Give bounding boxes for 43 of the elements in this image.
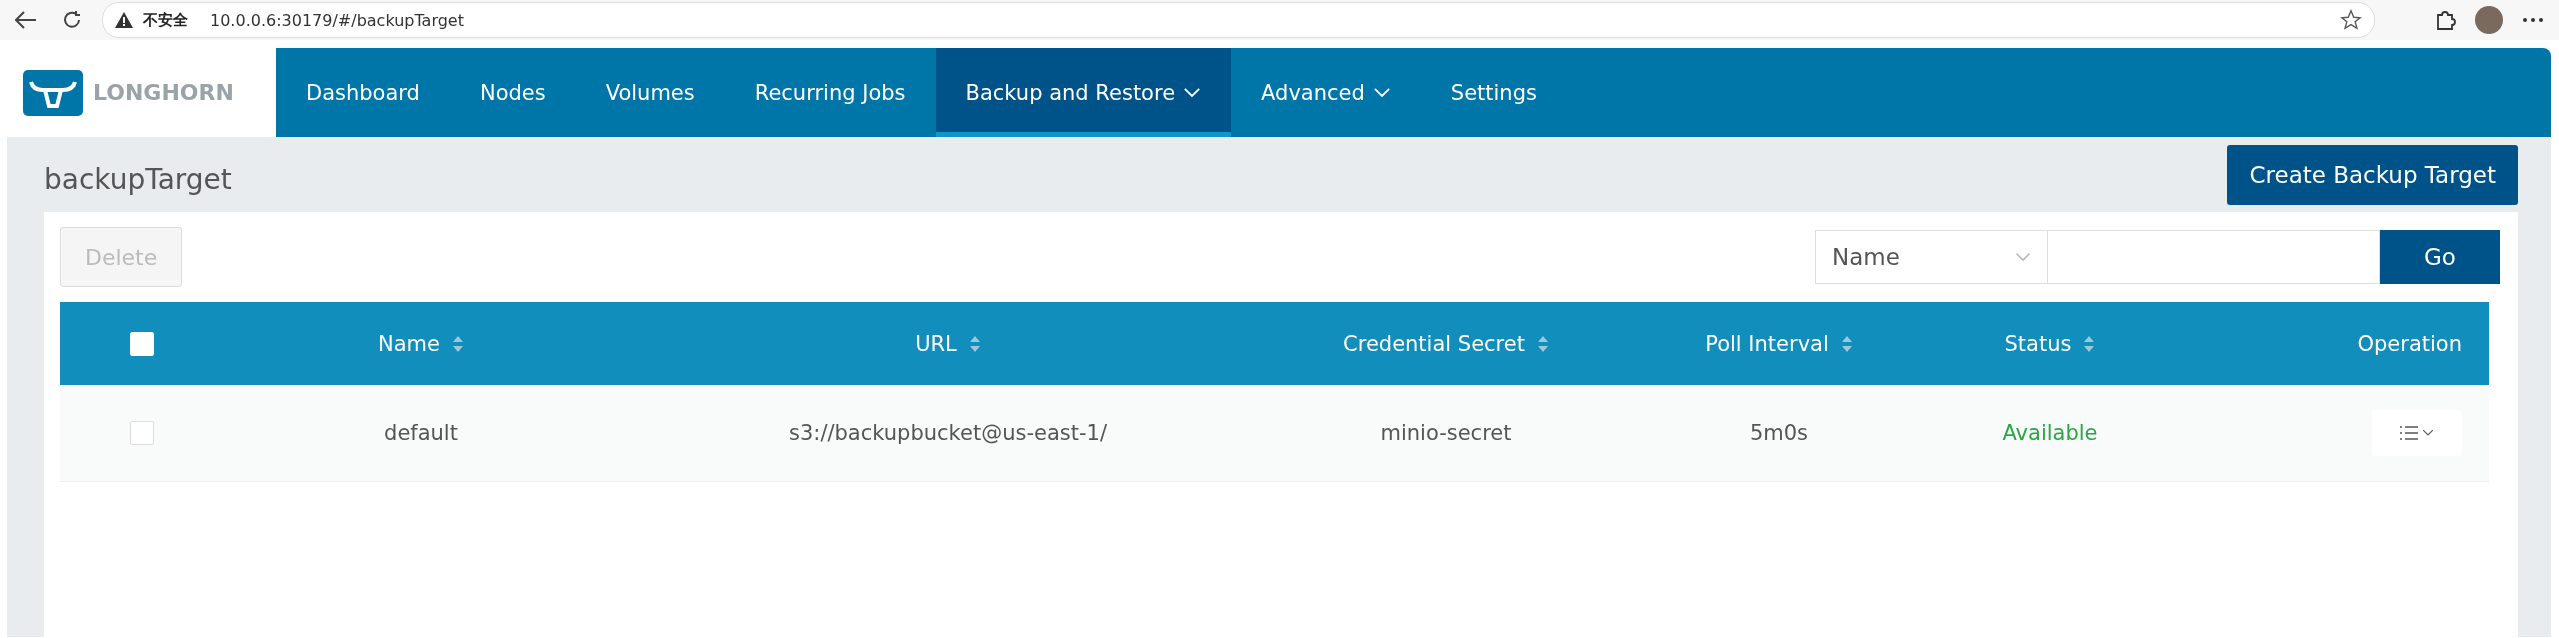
table-cell: s3://backupbucket@us-east-1/ bbox=[789, 421, 1107, 445]
warning-icon bbox=[115, 12, 133, 28]
table-cell: 5m0s bbox=[1749, 421, 1809, 445]
nav-tab[interactable]: Settings bbox=[1420, 48, 1567, 137]
profile-avatar[interactable] bbox=[2475, 6, 2503, 34]
chevron-down-icon bbox=[2015, 252, 2031, 262]
chevron-down-icon bbox=[1372, 87, 1391, 98]
table-cell: default bbox=[384, 421, 458, 445]
list-icon bbox=[2400, 426, 2418, 440]
operation-menu-button[interactable] bbox=[2372, 410, 2462, 456]
field-select[interactable]: Name bbox=[1815, 230, 2048, 284]
caret-icon bbox=[2422, 429, 2434, 437]
bull-logo-icon bbox=[23, 69, 83, 116]
column-header[interactable]: Credential Secret bbox=[1343, 331, 1549, 356]
star-icon[interactable] bbox=[2340, 9, 2362, 31]
status-text: Available bbox=[2002, 421, 2098, 445]
page-title: backupTarget bbox=[44, 162, 232, 196]
back-arrow-icon bbox=[15, 11, 37, 29]
reload-icon bbox=[62, 10, 82, 30]
nav-tab[interactable]: Nodes bbox=[449, 48, 576, 137]
column-header[interactable]: URL bbox=[915, 331, 981, 356]
select-all-checkbox[interactable] bbox=[130, 331, 154, 356]
more-icon bbox=[2523, 18, 2543, 22]
go-button[interactable]: Go bbox=[2380, 230, 2500, 284]
table-cell: minio-secret bbox=[1380, 421, 1512, 445]
chevron-down-icon bbox=[1183, 87, 1202, 98]
column-header[interactable]: Poll Interval bbox=[1705, 331, 1853, 356]
row-checkbox[interactable] bbox=[130, 421, 154, 445]
puzzle-icon bbox=[2434, 9, 2456, 31]
brand-name: LONGHORN bbox=[93, 80, 234, 105]
address-bar[interactable]: 不安全 10.0.0.6:30179/#/backupTarget bbox=[102, 2, 2375, 38]
nav-tab[interactable]: Recurring Jobs bbox=[724, 48, 936, 137]
nav-tab[interactable]: Advanced bbox=[1231, 48, 1421, 137]
security-label: 不安全 bbox=[143, 10, 188, 30]
nav-tab[interactable]: Volumes bbox=[575, 48, 725, 137]
column-header: Operation bbox=[2357, 331, 2462, 356]
nav-tab[interactable]: Backup and Restore bbox=[935, 48, 1232, 137]
column-header[interactable]: Name bbox=[378, 331, 464, 356]
search-field[interactable] bbox=[2048, 230, 2380, 284]
column-header[interactable]: Status bbox=[2004, 331, 2096, 356]
nav-tab[interactable]: Dashboard bbox=[276, 48, 450, 137]
url-text: 10.0.0.6:30179/#/backupTarget bbox=[210, 10, 465, 30]
create-button[interactable]: Create Backup Target bbox=[2227, 144, 2518, 205]
